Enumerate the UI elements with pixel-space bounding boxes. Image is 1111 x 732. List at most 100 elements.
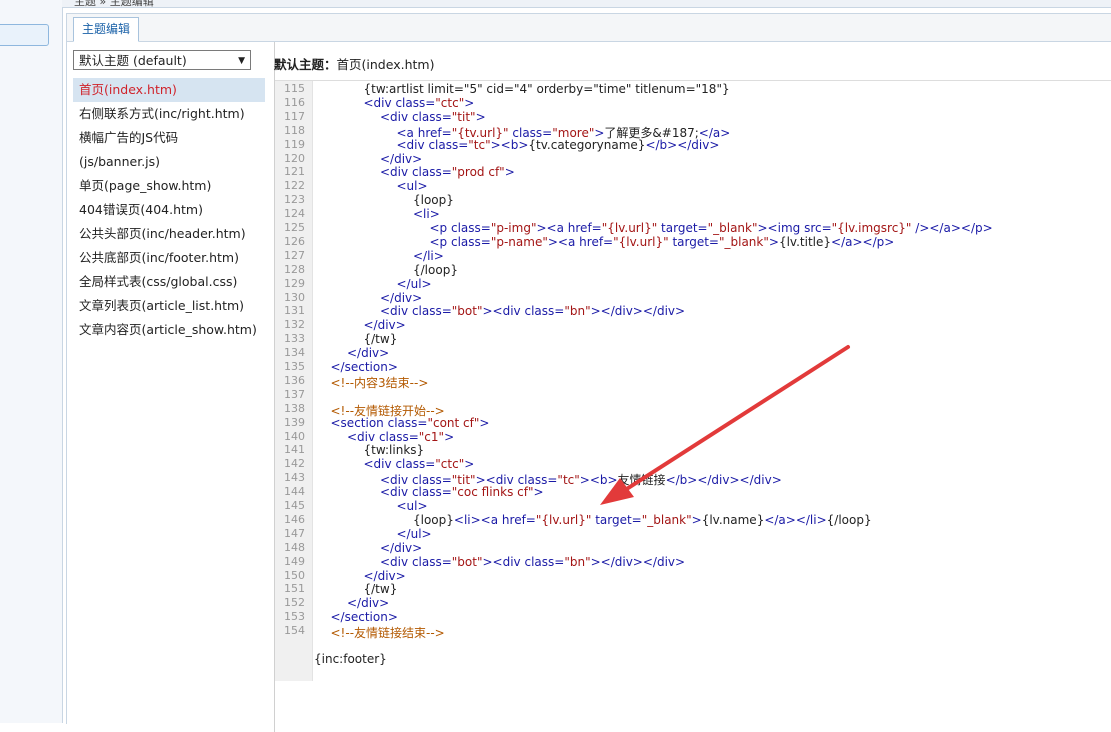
theme-select[interactable]: 默认主题 (default) ▼	[73, 50, 251, 70]
tab-strip: 主题编辑	[67, 14, 1111, 42]
file-item[interactable]: 右侧联系方式(inc/right.htm)	[73, 102, 265, 126]
line-number: 116	[284, 95, 305, 109]
code-line: <div class="ctc">	[363, 95, 475, 110]
line-number: 154	[284, 624, 305, 638]
line-number: 143	[284, 471, 305, 485]
file-item[interactable]: 首页(index.htm)	[73, 78, 265, 102]
file-item[interactable]: 横幅广告的JS代码	[73, 126, 265, 150]
code-line: <div class="tit">	[380, 109, 486, 124]
line-number: 117	[284, 109, 305, 123]
code-line: {/tw}	[363, 332, 398, 347]
code-line: </li>	[413, 248, 444, 263]
code-line: <div class="tc"><b>{tv.categoryname}</b>…	[396, 137, 720, 152]
code-line: <li>	[413, 207, 440, 222]
code-line: <ul>	[396, 179, 428, 194]
line-number: 121	[284, 165, 305, 179]
line-number-gutter: 115 116 117 118 119 120 121 122 123 124 125 126 127 1…	[275, 81, 313, 681]
line-number: 134	[284, 346, 305, 360]
line-number: 145	[284, 499, 305, 512]
code-line: <!--友情链接结束-->	[330, 626, 445, 641]
code-line: {inc:footer}	[314, 651, 387, 666]
code-line: </div>	[363, 318, 406, 333]
code-line: </div>	[363, 568, 406, 583]
code-line: </div>	[347, 346, 390, 361]
theme-select-value: 默认主题 (default)	[79, 53, 187, 68]
line-number: 132	[284, 318, 305, 332]
code-line: </ul>	[396, 526, 432, 541]
line-number: 152	[284, 596, 305, 610]
file-item[interactable]: 公共头部页(inc/header.htm)	[73, 222, 265, 246]
dropdown-arrow-icon: ▼	[238, 56, 245, 66]
code-line: {tw:links}	[363, 443, 425, 458]
code-line: </div>	[380, 290, 423, 305]
file-item[interactable]: 文章列表页(article_list.htm)	[73, 294, 265, 318]
code-line: {tw:artlist limit="5" cid="4" orderby="t…	[363, 82, 730, 96]
code-line: <!--内容3结束-->	[330, 375, 429, 390]
file-item[interactable]: 单页(page_show.htm)	[73, 174, 265, 198]
line-number: 136	[284, 373, 305, 387]
line-number: 120	[284, 151, 305, 165]
tab-theme-edit[interactable]: 主题编辑	[73, 17, 140, 42]
code-line: </div>	[380, 540, 423, 555]
file-item[interactable]: 公共底部页(inc/footer.htm)	[73, 246, 265, 270]
code-editor[interactable]: 115 116 117 118 119 120 121 122 123 124 125 126 127 1…	[275, 80, 1111, 681]
code-line: <div class="coc flinks cf">	[380, 485, 544, 500]
line-number: 142	[284, 457, 305, 471]
code-line: <p class="p-name"><a href="{lv.url}" tar…	[429, 234, 895, 249]
code-line: {/tw}	[363, 582, 398, 597]
breadcrumb-text: 主题 » 主题编辑	[74, 0, 154, 8]
file-item[interactable]: 404错误页(404.htm)	[73, 198, 265, 222]
code-line: <div class="c1">	[347, 429, 455, 444]
editor-title-label: 默认主题：	[274, 57, 337, 72]
line-number: 119	[284, 137, 305, 151]
code-line: </div>	[347, 596, 390, 611]
line-number: 126	[284, 234, 305, 248]
file-item[interactable]: 全局样式表(css/global.css)	[73, 270, 265, 294]
code-line: <div class="bot"><div class="bn"></div><…	[380, 554, 686, 569]
code-line: <div class="prod cf">	[380, 165, 515, 180]
breadcrumb: 主题 » 主题编辑	[62, 0, 1111, 8]
line-number: 118	[284, 123, 305, 137]
line-number: 140	[284, 429, 305, 443]
line-number: 147	[284, 526, 305, 540]
code-line: </ul>	[396, 276, 432, 291]
line-number: 123	[284, 193, 305, 207]
line-number: 138	[284, 401, 305, 415]
template-file-list: 首页(index.htm) 右侧联系方式(inc/right.htm) 横幅广告的J…	[73, 78, 265, 342]
line-number: 150	[284, 568, 305, 582]
editor-title-file: 首页(index.htm)	[336, 57, 435, 72]
editor-title: 默认主题：首页(index.htm)	[274, 54, 434, 73]
file-item[interactable]: (js/banner.js)	[73, 150, 265, 174]
line-number: 151	[284, 582, 305, 596]
line-number: 130	[284, 290, 305, 304]
code-line: <div class="ctc">	[363, 457, 475, 472]
line-number: 137	[284, 387, 305, 401]
line-number: 128	[284, 262, 305, 276]
line-number: 146	[284, 512, 305, 526]
code-line: <p class="p-img"><a href="{lv.url}" targ…	[429, 221, 993, 235]
line-number: 153	[284, 610, 305, 624]
code-line: {loop}	[413, 193, 454, 208]
theme-editor-panel: 主题编辑 默认主题 (default) ▼ 首页(index.htm) 右侧联系方…	[66, 13, 1111, 732]
line-number: 133	[284, 332, 305, 346]
line-number: 149	[284, 554, 305, 568]
line-number: 148	[284, 540, 305, 554]
line-number: 124	[284, 207, 305, 221]
line-number: 135	[284, 360, 305, 373]
line-number: 122	[284, 179, 305, 193]
code-line: </section>	[330, 360, 398, 374]
line-number: 144	[284, 485, 305, 499]
code-line: <section class="cont cf">	[330, 415, 490, 430]
line-number: 141	[284, 443, 305, 457]
code-line: <div class="bot"><div class="bn"></div><…	[380, 304, 686, 319]
left-nav-selected-item[interactable]	[0, 24, 49, 46]
file-item[interactable]: 文章内容页(article_show.htm)	[73, 318, 265, 342]
line-number: 139	[284, 415, 305, 429]
code-line: </div>	[380, 151, 423, 166]
line-number: 115	[284, 82, 305, 95]
line-number: 131	[284, 304, 305, 318]
code-line: </section>	[330, 610, 398, 625]
line-number: 125	[284, 221, 305, 234]
left-nav-strip	[0, 0, 63, 723]
line-number: 129	[284, 276, 305, 290]
